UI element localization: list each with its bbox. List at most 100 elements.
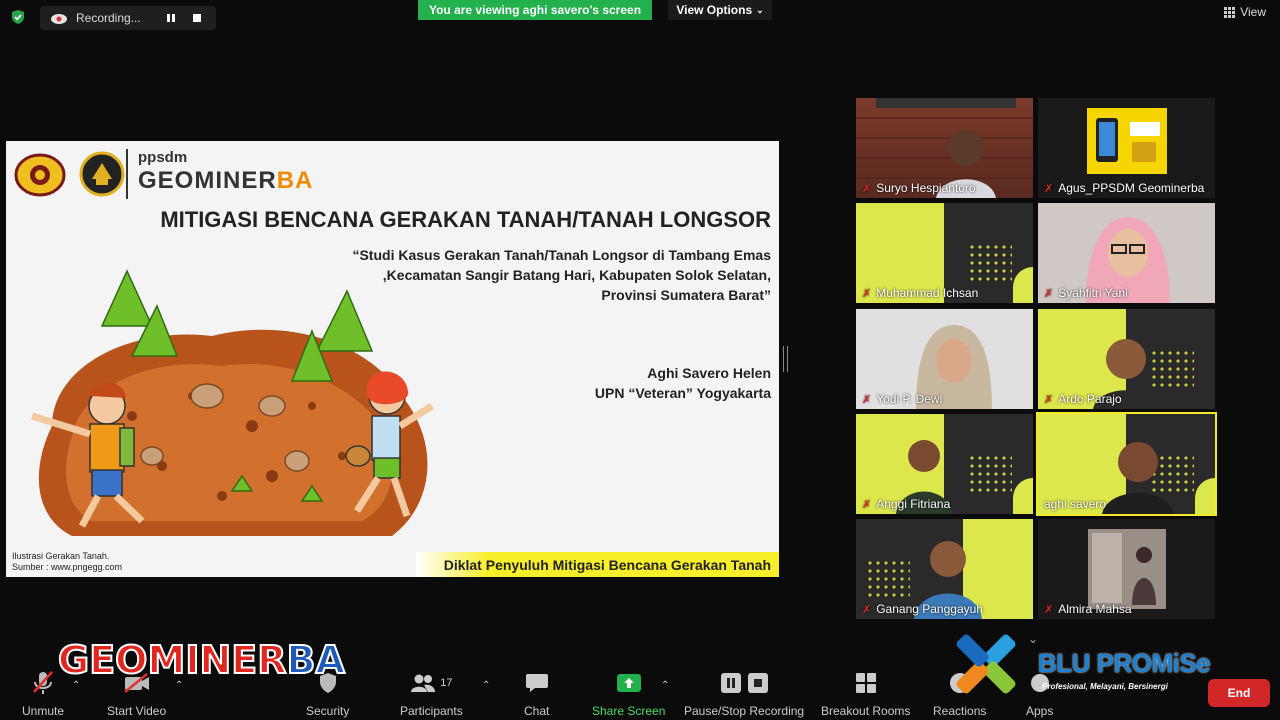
participant-name: ✗ Yodi P. Dewi xyxy=(862,392,942,406)
chat-button[interactable]: Chat xyxy=(524,668,549,718)
participants-label: Participants xyxy=(400,704,463,718)
participant-tile[interactable]: ✗ Suryo Hespiantoro xyxy=(856,98,1033,198)
view-options-button[interactable]: View Options ⌄ xyxy=(668,0,772,20)
cloud-record-icon xyxy=(51,14,67,24)
muted-microphone-icon xyxy=(33,671,53,694)
author-name: Aghi Savero Helen xyxy=(647,365,771,381)
slide-lime-corner xyxy=(1013,267,1033,303)
stop-recording-icon[interactable] xyxy=(186,9,208,27)
muted-mic-icon: ✗ xyxy=(862,498,872,511)
participant-name: ✗ Muhammad Ichsan xyxy=(862,286,978,300)
participant-name-label: aghi savero xyxy=(1044,497,1107,511)
muted-mic-icon: ✗ xyxy=(862,393,872,406)
participant-name-label: Ardo Parajo xyxy=(1058,392,1122,406)
caption-line: Ilustrasi Gerakan Tanah. xyxy=(12,551,110,561)
active-speaker-tile[interactable]: aghi savero xyxy=(1036,412,1217,516)
participant-name: ✗ Syahfitri Yani xyxy=(1044,286,1128,300)
breakout-rooms-icon xyxy=(855,673,876,693)
reactions-label: Reactions xyxy=(933,704,987,718)
muted-mic-icon: ✗ xyxy=(1044,182,1054,195)
participant-name: ✗ Ardo Parajo xyxy=(1044,392,1122,406)
participant-name-label: Almira Mahsa xyxy=(1058,602,1132,616)
participant-tile[interactable]: ✗ Almira Mahsa xyxy=(1038,519,1215,619)
viewing-screen-banner: You are viewing aghi savero's screen xyxy=(418,0,652,20)
chevron-down-icon[interactable]: ⌄ xyxy=(1028,632,1038,646)
slide-author-block: Aghi Savero Helen UPN “Veteran” Yogyakar… xyxy=(595,363,771,403)
participant-tile[interactable]: ✗ Syahfitri Yani xyxy=(1038,203,1215,303)
grid-view-icon xyxy=(1224,6,1236,18)
breakout-rooms-button[interactable]: Breakout Rooms xyxy=(821,668,910,718)
blu-promise-tagline: Profesional, Melayani, Bersinergi xyxy=(1042,682,1168,691)
muted-mic-icon: ✗ xyxy=(1044,393,1054,406)
share-screen-label: Share Screen xyxy=(592,704,666,718)
participant-tile[interactable]: ✗ Muhammad Ichsan xyxy=(856,203,1033,303)
author-affiliation: UPN “Veteran” Yogyakarta xyxy=(594,385,771,401)
slide-title: MITIGASI BENCANA GERAKAN TANAH/TANAH LON… xyxy=(160,207,771,232)
participant-tile[interactable]: ✗ Agus_PPSDM Geominerba xyxy=(1038,98,1215,198)
illustration-caption: Ilustrasi Gerakan Tanah. Sumber : www.pn… xyxy=(12,551,122,573)
participants-options-caret[interactable]: ⌃ xyxy=(482,680,490,691)
chat-label: Chat xyxy=(524,704,550,718)
participant-tile[interactable]: ✗ Ardo Parajo xyxy=(1038,309,1215,409)
participant-name-label: Anggi Fitriana xyxy=(876,497,951,511)
caption-line: Sumber : www.pngegg.com xyxy=(12,562,123,572)
recording-indicator: Recording... xyxy=(40,6,216,30)
start-video-label: Start Video xyxy=(107,704,167,718)
participant-name: ✗ Agus_PPSDM Geominerba xyxy=(1044,181,1204,195)
muted-mic-icon: ✗ xyxy=(1044,603,1054,616)
university-emblem-logo xyxy=(14,153,66,197)
pause-recording-icon[interactable] xyxy=(160,9,182,27)
slide-footer-banner: Diklat Penyuluh Mitigasi Bencana Gerakan… xyxy=(416,552,779,577)
participants-count: 17 xyxy=(440,677,453,689)
end-meeting-button[interactable]: End xyxy=(1208,679,1270,707)
view-button[interactable]: View xyxy=(1224,5,1266,19)
participant-name: ✗ Almira Mahsa xyxy=(1044,602,1132,616)
muted-mic-icon: ✗ xyxy=(862,287,872,300)
participant-name-label: Ganang Panggayuh xyxy=(876,602,983,616)
participant-tile[interactable]: ✗ Ganang Panggayuh xyxy=(856,519,1033,619)
stop-icon xyxy=(747,673,768,693)
participant-name-label: Agus_PPSDM Geominerba xyxy=(1058,181,1205,195)
participant-name-label: Syahfitri Yani xyxy=(1058,286,1128,300)
landslide-illustration xyxy=(30,269,434,536)
blu-promise-text: BLU PROMiSe xyxy=(1038,648,1211,678)
panel-resize-handle[interactable] xyxy=(783,346,788,372)
ministry-emblem-logo xyxy=(79,151,125,197)
share-screen-button[interactable]: Share Screen xyxy=(592,668,665,718)
participant-name: ✗ Ganang Panggayuh xyxy=(862,602,983,616)
chevron-down-icon: ⌄ xyxy=(756,4,764,15)
muted-mic-icon: ✗ xyxy=(862,182,872,195)
participant-name: ✗ Anggi Fitriana xyxy=(862,497,950,511)
participant-name-label: Suryo Hespiantoro xyxy=(876,181,976,195)
share-options-caret[interactable]: ⌃ xyxy=(661,680,669,691)
participant-tile[interactable]: ✗ Anggi Fitriana xyxy=(856,414,1033,514)
pause-stop-recording-label: Pause/Stop Recording xyxy=(684,704,805,718)
participant-name-label: Muhammad Ichsan xyxy=(876,286,979,300)
geominerba-brand: GEOMINERBA xyxy=(138,167,313,195)
muted-mic-icon: ✗ xyxy=(862,603,872,616)
view-options-label: View Options xyxy=(676,3,753,17)
meeting-top-bar: Recording... You are viewing aghi savero… xyxy=(0,0,1280,34)
recording-label: Recording... xyxy=(76,11,141,25)
brand-part1: GEOMINER xyxy=(138,167,277,194)
participant-tile[interactable]: ✗ Yodi P. Dewi xyxy=(856,309,1033,409)
pause-icon xyxy=(720,673,741,693)
slide-dot-pattern xyxy=(968,243,1012,283)
security-label: Security xyxy=(306,704,350,718)
apps-label: Apps xyxy=(1026,704,1054,718)
chat-bubble-icon xyxy=(525,674,548,692)
security-shield-icon[interactable] xyxy=(10,9,26,25)
blu-promise-logo xyxy=(956,634,1016,694)
participants-button[interactable]: 17 Participants xyxy=(400,668,463,718)
participant-name-label: Yodi P. Dewi xyxy=(876,392,943,406)
pause-stop-recording-button[interactable]: Pause/Stop Recording xyxy=(684,668,804,718)
breakout-rooms-label: Breakout Rooms xyxy=(821,704,911,718)
ppsdm-label: ppsdm xyxy=(138,149,188,166)
participants-icon xyxy=(411,674,436,692)
brand-part2: BA xyxy=(276,167,314,194)
shared-screen-slide: ppsdm GEOMINERBA MITIGASI BENCANA GERAKA… xyxy=(6,141,779,577)
unmute-label: Unmute xyxy=(22,704,65,718)
logo-divider xyxy=(126,149,128,199)
share-screen-icon xyxy=(616,674,641,692)
muted-mic-icon: ✗ xyxy=(1044,287,1054,300)
